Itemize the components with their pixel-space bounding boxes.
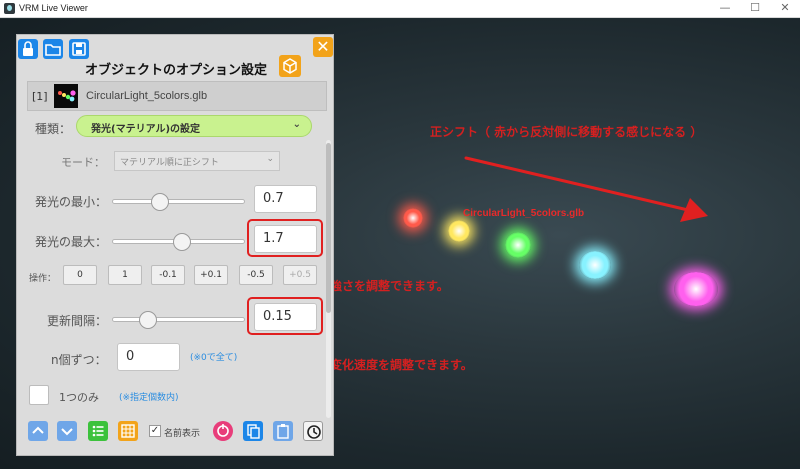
paste-icon [277, 424, 289, 439]
only-one-checkbox[interactable] [29, 385, 49, 405]
object-thumbnail [54, 84, 78, 108]
op-button-minus-0-1[interactable]: -0.1 [151, 265, 185, 285]
object-options-panel: ✕ オブジェクトのオプション設定 [1] CircularLight_5colo… [16, 34, 334, 456]
n-each-label: n個ずつ： [51, 353, 107, 367]
folder-icon [45, 44, 61, 56]
interval-label: 更新間隔： [47, 314, 108, 328]
lock-button[interactable] [18, 39, 38, 59]
only-one-hint: (※指定個数内) [119, 393, 179, 403]
paste-button[interactable] [273, 421, 293, 441]
save-button[interactable] [69, 39, 89, 59]
cube-icon [283, 58, 297, 74]
ops-label: 操作： [29, 274, 57, 284]
selected-object-row[interactable]: [1] CircularLight_5colors.glb [27, 81, 327, 111]
mode-select[interactable]: マテリアル順に正シフト ⌄ [114, 151, 280, 171]
list-icon [92, 425, 104, 437]
grid-button[interactable] [118, 421, 138, 441]
interval-slider-thumb[interactable] [138, 311, 157, 329]
op-button-1[interactable]: 1 [108, 265, 142, 285]
chevron-down-icon: ⌄ [292, 119, 301, 130]
n-each-input[interactable]: 0 [117, 343, 180, 371]
reset-button[interactable] [213, 421, 233, 441]
save-icon [72, 42, 86, 56]
reset-icon [217, 424, 229, 437]
grid-icon [121, 424, 135, 438]
min-value-input[interactable]: 0.7 [254, 185, 317, 213]
lock-icon [23, 41, 33, 56]
copy-icon [247, 424, 260, 439]
op-button-0[interactable]: 0 [63, 265, 97, 285]
list-button[interactable] [88, 421, 108, 441]
open-folder-button[interactable] [43, 39, 63, 59]
max-highlight [247, 219, 323, 257]
op-button-plus-0-5[interactable]: +0.5 [283, 265, 317, 285]
panel-title: オブジェクトのオプション設定 [85, 63, 268, 78]
max-label: 発光の最大： [35, 235, 108, 249]
kind-label: 種類： [35, 122, 72, 136]
mode-label: モード： [61, 156, 105, 169]
kind-select[interactable]: 発光(マテリアル)の設定 ⌄ [76, 115, 312, 137]
show-name-label: 名前表示 [164, 429, 201, 439]
mode-select-value: マテリアル順に正シフト [120, 158, 219, 168]
copy-button[interactable] [243, 421, 263, 441]
object-index: [1] [32, 90, 48, 103]
move-down-button[interactable] [57, 421, 77, 441]
object-cube-button[interactable] [279, 55, 301, 77]
object-name: CircularLight_5colors.glb [86, 90, 208, 102]
shift-arrow [464, 156, 690, 212]
only-one-label: 1つのみ [59, 391, 99, 404]
chevron-up-icon [32, 426, 44, 434]
n-each-hint: (※0で全て) [190, 353, 238, 363]
kind-select-value: 発光(マテリアル)の設定 [91, 124, 201, 135]
op-button-minus-0-5[interactable]: -0.5 [239, 265, 273, 285]
move-up-button[interactable] [28, 421, 48, 441]
panel-scrollbar-thumb[interactable] [326, 143, 331, 313]
min-label: 発光の最小： [35, 195, 108, 209]
history-icon [307, 425, 321, 439]
interval-highlight [247, 297, 323, 335]
chevron-down-icon [61, 428, 73, 436]
history-button[interactable] [303, 421, 323, 441]
panel-close-button[interactable]: ✕ [313, 37, 333, 57]
min-slider[interactable] [112, 199, 245, 204]
max-slider-thumb[interactable] [173, 233, 192, 251]
chevron-down-icon: ⌄ [266, 154, 274, 164]
interval-slider[interactable] [112, 317, 245, 322]
show-name-checkbox[interactable]: ✓ [149, 425, 161, 437]
min-slider-thumb[interactable] [150, 193, 169, 211]
op-button-plus-0-1[interactable]: +0.1 [194, 265, 228, 285]
